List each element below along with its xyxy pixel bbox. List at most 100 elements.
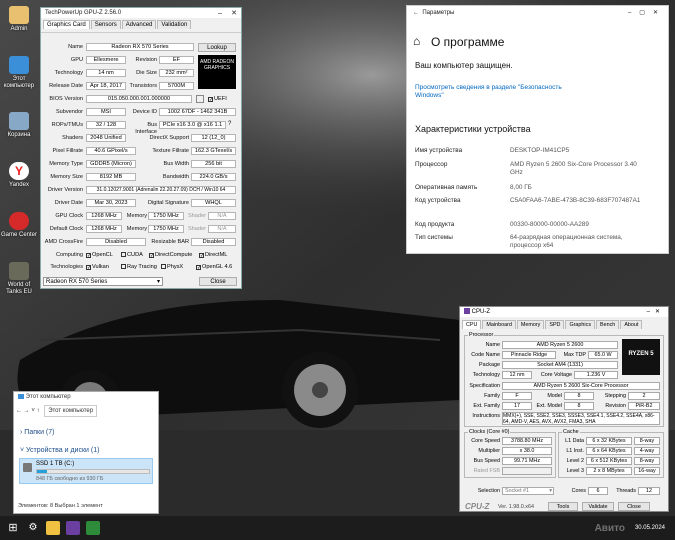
gpuz-taskbar-icon[interactable] <box>86 521 100 535</box>
tools-button[interactable]: Tools <box>548 502 578 511</box>
checkbox-icon <box>121 264 126 269</box>
tab-memory[interactable]: Memory <box>516 320 545 329</box>
label: Level 2 <box>566 458 584 464</box>
label: Core Speed <box>471 438 500 444</box>
label: Digital Signature <box>147 200 189 206</box>
label: Texture Fillrate <box>152 148 189 154</box>
desktop-icon-yandex[interactable]: Y Yandex <box>0 162 38 189</box>
validate-button[interactable]: Validate <box>582 502 614 511</box>
value: 99.71 MHz <box>502 457 552 465</box>
value: MSI <box>86 108 126 116</box>
tab-cpu[interactable]: CPU <box>462 320 482 329</box>
value: 16-way <box>634 467 660 475</box>
back-arrow-icon[interactable]: ← <box>413 10 419 16</box>
feature-label: Vulkan <box>92 264 109 270</box>
yandex-icon: Y <box>9 162 29 180</box>
minimize-button[interactable]: – <box>213 10 227 17</box>
window-controls[interactable]: –▢✕ <box>628 6 666 20</box>
desktop-icon-recycle-bin[interactable]: Корзина <box>0 112 38 139</box>
label: Rated FSB <box>473 468 500 474</box>
label: Stepping <box>604 393 626 399</box>
help-icon[interactable]: ? <box>228 121 231 128</box>
tab-advanced[interactable]: Advanced <box>121 20 157 29</box>
folders-section[interactable]: › Папки (7) <box>20 429 54 436</box>
desktop-icon-world-of-tanks[interactable]: World of Tanks EU <box>0 262 38 296</box>
checkbox-icon <box>161 264 166 269</box>
drive-free: 848 ГБ свободно из 930 ГБ <box>36 476 104 482</box>
label: Die Size <box>136 70 157 76</box>
lookup-button[interactable]: Lookup <box>198 43 236 52</box>
address-bar[interactable]: ← → ˅ ↑ Этот компьютер <box>16 405 156 417</box>
desktop-icon-game-center[interactable]: Game Center <box>0 212 38 239</box>
socket-select[interactable]: Socket #1 ▾ <box>502 487 554 495</box>
drive-item[interactable]: SSD 1 TB (C:) 848 ГБ свободно из 930 ГБ <box>19 458 153 484</box>
cpuz-title: CPU-Z <box>471 309 491 315</box>
label: Package <box>479 362 500 368</box>
value: 1268 MHz <box>86 212 122 220</box>
cpuz-taskbar-icon[interactable] <box>66 521 80 535</box>
value: AMD Ryzen 5 2600 Six-Core Processor <box>502 382 660 390</box>
checkbox-icon <box>121 252 126 257</box>
tab-graphics[interactable]: Graphics <box>565 320 596 329</box>
home-icon[interactable]: ⌂ <box>413 34 420 48</box>
file-explorer-icon[interactable] <box>46 521 60 535</box>
feature-directcompute: ✓DirectCompute <box>149 252 192 259</box>
tab-spd[interactable]: SPD <box>545 320 565 329</box>
start-windows-icon[interactable]: ⊞ <box>6 521 20 535</box>
spec-value: C5A0FAA6-7ABE-473B-8C39-683F707487A1 <box>510 197 641 204</box>
devices-section[interactable]: ˅ Устройства и диски (1) <box>20 447 99 454</box>
settings-gear-icon[interactable]: ⚙ <box>26 521 40 535</box>
settings-window: ← Параметры –▢✕ ⌂ О программе Ваш компью… <box>406 5 669 254</box>
value: Mar 30, 2023 <box>86 199 136 207</box>
label: Shader <box>187 213 206 219</box>
gpu-select-dropdown[interactable]: Radeon RX 570 Series ▾ <box>43 277 163 286</box>
window-controls[interactable]: –✕ <box>647 307 665 317</box>
share-icon[interactable] <box>196 95 204 103</box>
security-link[interactable]: Просмотреть сведения в разделе "Безопасн… <box>415 84 575 100</box>
close-button[interactable]: ✕ <box>227 9 241 17</box>
settings-titlebar[interactable]: ← Параметры –▢✕ <box>407 6 670 20</box>
spec-value: DESKTOP-IM41CP5 <box>510 147 570 154</box>
value: Pinnacle Ridge <box>502 351 556 359</box>
value: 14 nm <box>86 69 126 77</box>
address-path[interactable]: Этот компьютер <box>44 405 98 417</box>
desktop-icon-this-pc[interactable]: Этот компьютер <box>0 56 38 90</box>
value: 256 bit <box>191 160 236 168</box>
value: 31.0.12027.9001 (Adrenalin 22.20.27.09) … <box>86 186 236 194</box>
tab-about[interactable]: About <box>620 320 643 329</box>
tab-mainboard[interactable]: Mainboard <box>482 320 516 329</box>
explorer-window: Этот компьютер ← → ˅ ↑ Этот компьютер › … <box>13 391 159 514</box>
nav-arrows-icon[interactable]: ← → ˅ ↑ <box>16 408 40 414</box>
label: Computing <box>55 252 83 258</box>
cpuz-brand: CPU-Z <box>465 502 490 511</box>
page-title: О программе <box>431 35 505 49</box>
value: 12 nm <box>502 371 532 379</box>
label: Technologies <box>50 264 83 270</box>
value: 8-way <box>634 457 660 465</box>
cpuz-titlebar[interactable]: CPU-Z –✕ <box>460 307 668 317</box>
cpuz-close-button[interactable]: Close <box>618 502 650 511</box>
label: Revision <box>605 403 626 409</box>
tab-graphics-card[interactable]: Graphics Card <box>43 20 90 29</box>
label: L1 Data <box>565 438 584 444</box>
desktop-icon-admin[interactable]: Admin <box>0 6 38 33</box>
tab-sensors[interactable]: Sensors <box>90 20 121 29</box>
gpuz-close-button[interactable]: Close <box>199 277 237 286</box>
tab-bench[interactable]: Bench <box>596 320 620 329</box>
tab-validation[interactable]: Validation <box>157 20 192 29</box>
value: 4-way <box>634 447 660 455</box>
value: WHQL <box>191 199 236 207</box>
value: 224.0 GB/s <box>191 173 236 181</box>
label: Multiplier <box>478 448 500 454</box>
recycle-bin-icon <box>9 112 29 130</box>
feature-label: DirectCompute <box>155 252 193 258</box>
group-title: Cache <box>562 429 580 435</box>
spec-value: 00330-80000-00000-AA289 <box>510 221 589 228</box>
value: 8 <box>564 402 594 410</box>
explorer-titlebar[interactable]: Этот компьютер <box>14 392 158 402</box>
gpuz-titlebar[interactable]: TechPowerUp GPU-Z 2.56.0 – ✕ <box>41 8 241 18</box>
label: Resizable BAR <box>151 239 189 245</box>
label: Selection <box>477 488 500 494</box>
feature-label: OpenGL 4.6 <box>202 264 233 270</box>
value: PiR-B2 <box>628 402 660 410</box>
